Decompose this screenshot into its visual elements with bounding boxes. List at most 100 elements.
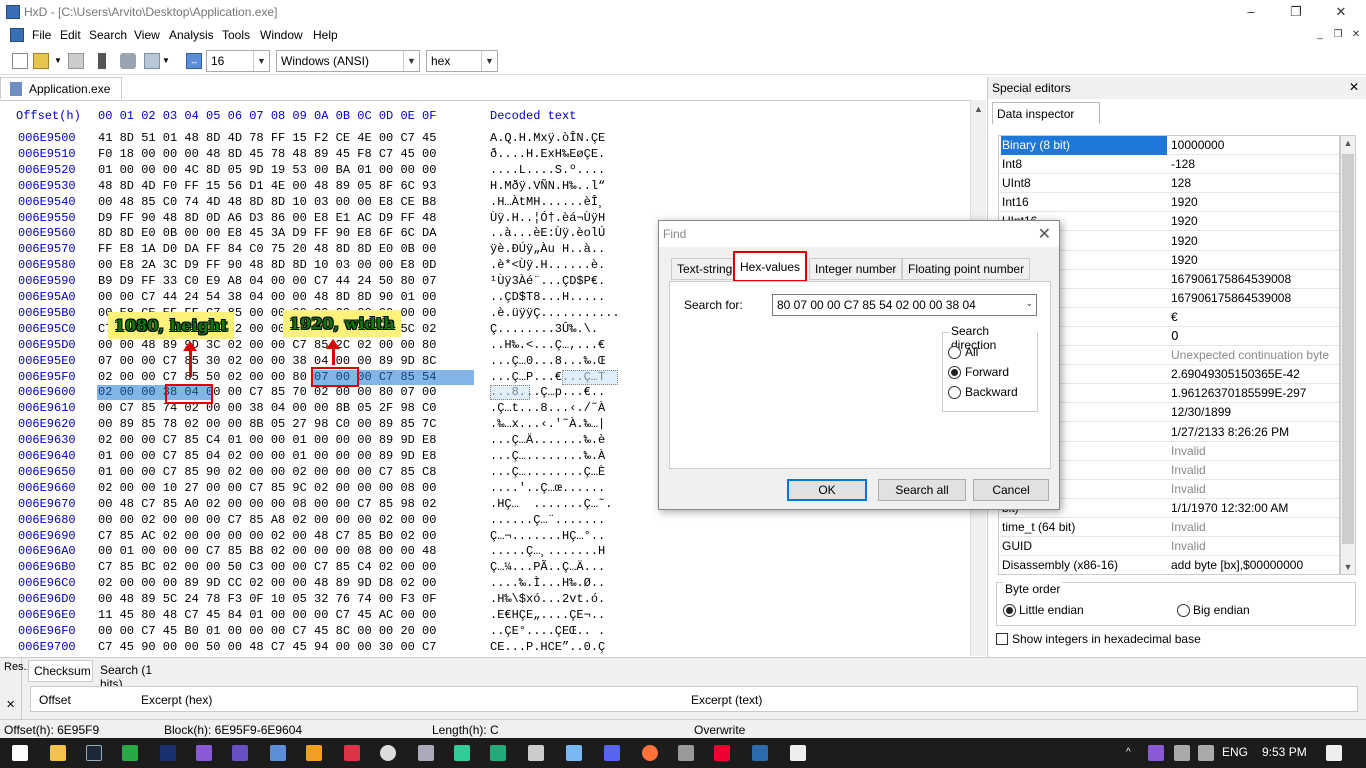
clock[interactable]: 9:53 PM	[1262, 745, 1307, 759]
minimize-button[interactable]: –	[1228, 0, 1274, 24]
app-cs-icon[interactable]	[490, 745, 506, 761]
tab-hex-values[interactable]: Hex-values	[733, 251, 808, 282]
file-explorer-icon[interactable]	[50, 745, 66, 761]
row-decoded-text[interactable]: ..ÇE°....ÇEŒ.. .	[490, 624, 605, 638]
cancel-button[interactable]: Cancel	[973, 479, 1049, 501]
row-decoded-text[interactable]: ....'..Ç…œ......	[490, 481, 605, 495]
tab-text-string[interactable]: Text-string	[671, 258, 739, 280]
row-decoded-text[interactable]: ÿè.ÐÚÿ„Àu H..à..	[490, 242, 605, 256]
row-hex-bytes[interactable]: FF E8 1A D0 DA FF 84 C0 75 20 48 8D 8D E…	[98, 242, 436, 256]
row-decoded-text[interactable]: ..H‰.<...Ç…,...€	[490, 338, 605, 352]
row-decoded-text[interactable]: ...Ç…........Ç…È	[490, 465, 605, 479]
row-decoded-text[interactable]: ¹Ùÿ3Àé¨...ÇD$P€.	[490, 274, 605, 288]
close-icon[interactable]: ✕	[1349, 80, 1359, 94]
row-hex-bytes[interactable]: C7 85 BC 02 00 00 50 C3 00 00 C7 85 C4 0…	[98, 560, 436, 574]
app-x-icon[interactable]	[790, 745, 806, 761]
volume-icon[interactable]	[1198, 745, 1214, 761]
row-hex-bytes[interactable]: 02 00 00 00 89 9D CC 02 00 00 48 89 9D D…	[98, 576, 436, 590]
search-for-input[interactable]: 80 07 00 00 C7 85 54 02 00 00 38 04 ⌄	[772, 294, 1037, 316]
inspector-value[interactable]: 167906175864539008	[1171, 291, 1339, 305]
new-file-icon[interactable]	[12, 53, 28, 69]
column-excerpt-text[interactable]: Excerpt (text)	[691, 693, 762, 707]
row-decoded-text[interactable]: ...Ç…Ä.......‰.è	[490, 433, 605, 447]
row-hex-bytes[interactable]: C7 45 90 00 00 50 00 48 C7 45 94 00 00 3…	[98, 640, 436, 654]
row-decoded-text[interactable]: ...Ç…0...8...‰.Œ	[490, 354, 605, 368]
row-hex-bytes[interactable]: B9 D9 FF 33 C0 E9 A8 04 00 00 C7 44 24 5…	[98, 274, 436, 288]
row-hex-bytes[interactable]: 00 48 89 5C 24 78 F3 0F 10 05 32 76 74 0…	[98, 592, 436, 606]
lock-icon[interactable]	[418, 745, 434, 761]
mdi-minimize-button[interactable]: _	[1312, 28, 1328, 42]
inspector-row[interactable]: time_t (64 bit) Invalid	[999, 518, 1339, 537]
row-hex-bytes[interactable]: 48 8D 4D F0 FF 15 56 D1 4E 00 48 89 05 8…	[98, 179, 436, 193]
row-hex-bytes[interactable]: 07 00 00 C7 85 30 02 00 00 38 04 00 00 8…	[98, 354, 436, 368]
open-folder-icon[interactable]	[33, 53, 49, 69]
row-hex-bytes[interactable]: 00 00 C7 44 24 54 38 04 00 00 48 8D 8D 9…	[98, 290, 436, 304]
inspector-value[interactable]: Invalid	[1171, 539, 1339, 553]
calculator-icon[interactable]	[270, 745, 286, 761]
save-icon[interactable]	[68, 53, 84, 69]
notification-icon[interactable]	[1326, 745, 1342, 761]
inspector-value[interactable]: Invalid	[1171, 463, 1339, 477]
row-decoded-text[interactable]: .H…ÀtMH......èÎ¸	[490, 195, 605, 209]
windows-start-icon[interactable]	[12, 745, 28, 761]
row-decoded-text[interactable]: ....L....S.º....	[490, 163, 605, 177]
row-decoded-text[interactable]: .H‰\$xó...2vt.ó.	[490, 592, 605, 606]
language-indicator[interactable]: ENG	[1222, 745, 1248, 759]
hxd-taskbar-icon[interactable]	[752, 745, 768, 761]
inspector-value[interactable]: Invalid	[1171, 444, 1339, 458]
app-grid-icon[interactable]	[344, 745, 360, 761]
hex-base-checkbox[interactable]	[996, 633, 1008, 645]
close-icon[interactable]: ✕	[1038, 224, 1051, 244]
row-decoded-text[interactable]: ...Ç…........‰.À	[490, 449, 605, 463]
inspector-value[interactable]: 167906175864539008	[1171, 272, 1339, 286]
close-button[interactable]: ✕	[1318, 0, 1364, 24]
data-inspector-scrollbar[interactable]: ▲ ▼	[1340, 135, 1356, 575]
row-hex-bytes[interactable]: 00 89 85 78 02 00 00 8B 05 27 98 C0 00 8…	[98, 417, 436, 431]
menu-view[interactable]: View	[134, 28, 160, 42]
tab-checksum[interactable]: Checksum	[28, 660, 93, 682]
inspector-row[interactable]: UInt8 128	[999, 174, 1339, 194]
inspector-value[interactable]: 1/27/2133 8:26:26 PM	[1171, 425, 1339, 439]
inspector-value[interactable]: Invalid	[1171, 520, 1339, 534]
menu-search[interactable]: Search	[89, 28, 127, 42]
row-hex-bytes[interactable]: F0 18 00 00 00 48 8D 45 78 48 89 45 F8 C…	[98, 147, 436, 161]
inspector-row[interactable]: Binary (8 bit) 10000000	[999, 136, 1339, 155]
row-hex-bytes[interactable]: 00 48 C7 85 A0 02 00 00 00 08 00 00 C7 8…	[98, 497, 436, 511]
inspector-value[interactable]: 1920	[1171, 214, 1339, 228]
row-decoded-text[interactable]: .E€HÇE„....ÇE¬..	[490, 608, 605, 622]
inspector-value[interactable]: 2.69049305150365E-42	[1171, 367, 1339, 381]
inspector-value[interactable]: 1/1/1970 12:32:00 AM	[1171, 501, 1339, 515]
row-hex-bytes[interactable]: D9 FF 90 48 8D 0D A6 D3 86 00 E8 E1 AC D…	[98, 211, 436, 225]
scroll-down-icon[interactable]: ▼	[1341, 562, 1355, 572]
inspector-row[interactable]: Int16 1920	[999, 193, 1339, 213]
row-hex-bytes[interactable]: 41 8D 51 01 48 8D 4D 78 FF 15 F2 CE 4E 0…	[98, 131, 436, 145]
row-hex-bytes[interactable]: 01 00 00 00 4C 8D 05 9D 19 53 00 BA 01 0…	[98, 163, 436, 177]
row-hex-bytes[interactable]: 01 00 00 C7 85 04 02 00 00 01 00 00 00 8…	[98, 449, 436, 463]
tab-floating-point-number[interactable]: Floating point number	[902, 258, 1031, 280]
restore-button[interactable]: ❐	[1273, 0, 1319, 24]
row-decoded-text[interactable]: .è*<Ùÿ.H......è.	[490, 258, 605, 272]
close-icon[interactable]: ✕	[6, 698, 15, 711]
row-decoded-text[interactable]: H.Mðÿ.VÑN.H‰..l“	[490, 179, 605, 193]
play-icon[interactable]	[232, 745, 248, 761]
row-decoded-text[interactable]: CE...P.HCE”..0.Ç	[490, 640, 605, 654]
offset-base-select[interactable]: hex ▼	[426, 50, 498, 72]
tab-search-hits[interactable]: Search (1 hits)	[96, 660, 180, 691]
inspector-value[interactable]: 12/30/1899	[1171, 405, 1339, 419]
row-hex-bytes[interactable]: C7 85 AC 02 00 00 00 00 02 00 48 C7 85 B…	[98, 529, 436, 543]
row-decoded-text[interactable]: Ç........3Û‰.\.	[490, 322, 598, 336]
scroll-up-icon[interactable]: ▲	[1341, 138, 1355, 148]
big-endian-radio[interactable]	[1177, 604, 1190, 617]
row-hex-bytes[interactable]: 00 00 48 89 9D 3C 02 00 00 C7 85 2C 02 0…	[98, 338, 436, 352]
mdi-close-button[interactable]: ✕	[1348, 28, 1364, 42]
tray-feather-icon[interactable]	[1148, 745, 1164, 761]
direction-backward-radio[interactable]	[948, 386, 961, 399]
row-decoded-text[interactable]: ..à...èE:Ùÿ.èolÚ	[490, 226, 605, 240]
menu-window[interactable]: Window	[260, 28, 303, 42]
chevron-down-icon[interactable]: ⌄	[1025, 298, 1033, 309]
row-decoded-text[interactable]: .HÇ… .......Ç…˜.	[490, 497, 612, 511]
inspector-value[interactable]: 1.96126370185599E-297	[1171, 386, 1339, 400]
tab-application-exe[interactable]: Application.exe	[0, 77, 122, 99]
row-decoded-text[interactable]: ....‰.Ì...H‰.Ø..	[490, 576, 605, 590]
row-hex-bytes[interactable]: 8D 8D E0 0B 00 00 E8 45 3A D9 FF 90 E8 6…	[98, 226, 436, 240]
